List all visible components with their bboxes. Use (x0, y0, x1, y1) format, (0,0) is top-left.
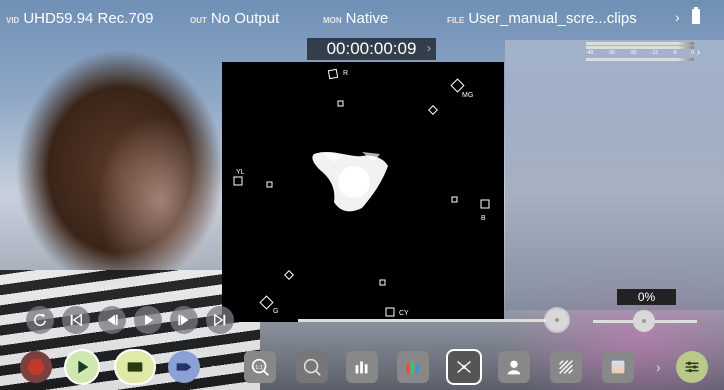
waveform-icon (355, 361, 368, 374)
video-format-value: UHD59.94 Rec.709 (23, 10, 154, 27)
rgb-parade-icon (406, 361, 419, 374)
meter-scale-label: -30 (607, 50, 615, 56)
status-bar: VID UHD59.94 Rec.709 OUT No Output MON N… (0, 0, 724, 36)
meter-scale-label: -40 (586, 50, 594, 56)
toolbar-scroll-left-icon[interactable]: ‹ (210, 359, 215, 375)
play-icon (145, 314, 154, 326)
play-icon (78, 360, 89, 374)
output-value: No Output (210, 10, 280, 27)
target-r-inner-box (337, 100, 344, 107)
vectorscope-trace (312, 152, 388, 212)
playlist-icon (127, 362, 143, 372)
chevron-right-icon[interactable]: › (675, 9, 680, 25)
audio-meter-bar-2 (586, 46, 694, 49)
zoom-slider-handle[interactable] (633, 310, 655, 332)
monitor-status[interactable]: MON Native (323, 10, 388, 27)
audio-meter[interactable]: -40 -30 -20 -12 -6 0 (586, 42, 694, 64)
audio-meter-bar-3 (586, 58, 694, 61)
rgb-parade-button[interactable] (397, 351, 429, 383)
tag-icon (176, 363, 192, 371)
record-icon (27, 358, 45, 376)
skip-end-button[interactable] (206, 306, 234, 334)
playlist-button[interactable] (116, 351, 154, 383)
target-r-label: R (343, 70, 348, 77)
skip-end-icon (214, 313, 226, 327)
zoom-level-label: 0% (617, 289, 676, 305)
meter-scale-label: 0 (691, 50, 694, 56)
zebra-icon (559, 360, 573, 374)
file-value: User_manual_scre...clips (468, 10, 637, 27)
false-color-icon (611, 360, 625, 374)
target-g-inner-box (284, 270, 294, 280)
target-mg-label: MG (462, 92, 473, 99)
video-tag: VID (6, 16, 20, 25)
loop-icon (34, 313, 46, 326)
zoom-1to1-button[interactable]: 1:1 (244, 351, 276, 383)
step-forward-button[interactable] (170, 306, 198, 334)
zebra-button[interactable] (550, 351, 582, 383)
vectorscope-panel: R MG YL B CY G (222, 62, 504, 322)
target-b-inner-box (451, 196, 458, 203)
meter-scale-label: -20 (629, 50, 637, 56)
timecode-chevron-icon[interactable]: › (427, 41, 431, 55)
output-status[interactable]: OUT No Output (190, 10, 279, 27)
vectorscope-icon (457, 360, 471, 374)
audio-meter-scale: -40 -30 -20 -12 -6 0 (586, 50, 694, 56)
target-cy-inner-box (379, 279, 386, 286)
file-status[interactable]: FILE User_manual_scre...clips (447, 10, 637, 27)
zoom-1to1-icon: 1:1 (251, 358, 269, 376)
target-b-box (480, 199, 490, 209)
target-mg-inner-box (428, 105, 438, 115)
playback-scrub-handle[interactable] (546, 309, 568, 331)
video-background-right (505, 40, 724, 310)
output-tag: OUT (190, 16, 207, 25)
loop-button[interactable] (26, 306, 54, 334)
skip-start-icon (70, 313, 82, 327)
monitor-screen: VID UHD59.94 Rec.709 OUT No Output MON N… (0, 0, 724, 390)
monitor-value: Native (345, 10, 389, 27)
waveform-button[interactable] (346, 351, 378, 383)
step-back-button[interactable] (98, 306, 126, 334)
toolbar-scroll-right-icon[interactable]: › (656, 359, 661, 375)
target-b-label: B (481, 215, 486, 222)
step-forward-icon (178, 314, 189, 326)
transport-controls (26, 306, 234, 334)
timecode-display[interactable]: 00:00:00:09 (307, 38, 436, 60)
meter-chevron-icon[interactable]: › (697, 47, 700, 58)
play-button[interactable] (66, 351, 98, 383)
record-button[interactable] (20, 351, 52, 383)
target-cy-label: CY (399, 310, 409, 317)
playback-scrub-bar[interactable] (298, 319, 558, 322)
tag-button[interactable] (168, 351, 200, 383)
target-mg-box (450, 78, 465, 93)
battery-icon (692, 7, 700, 24)
video-format-status[interactable]: VID UHD59.94 Rec.709 (6, 10, 153, 27)
zoom-2x-button[interactable] (296, 351, 328, 383)
false-color-button[interactable] (602, 351, 634, 383)
play-transport-button[interactable] (134, 306, 162, 334)
zoom-2x-icon (303, 358, 321, 376)
vectorscope-button[interactable] (448, 351, 480, 383)
file-tag: FILE (447, 16, 465, 25)
audio-meter-bar-1 (586, 42, 694, 45)
target-yl-box (233, 176, 243, 186)
settings-button[interactable] (676, 351, 708, 383)
target-yl-inner-box (266, 181, 273, 188)
svg-text:1:1: 1:1 (255, 365, 263, 371)
monitor-tag: MON (323, 16, 342, 25)
skin-tone-button[interactable] (498, 351, 530, 383)
vectorscope-graph: R MG YL B CY G (233, 68, 490, 317)
target-cy-box (385, 307, 395, 317)
target-g-box (259, 295, 274, 310)
target-r-box (327, 68, 339, 80)
target-g-label: G (273, 308, 278, 315)
meter-scale-label: -6 (672, 50, 677, 56)
target-yl-label: YL (236, 169, 245, 176)
skin-tone-icon (507, 360, 521, 375)
settings-sliders-icon (685, 361, 699, 373)
skip-start-button[interactable] (62, 306, 90, 334)
meter-scale-label: -12 (650, 50, 659, 56)
step-back-icon (107, 314, 118, 326)
